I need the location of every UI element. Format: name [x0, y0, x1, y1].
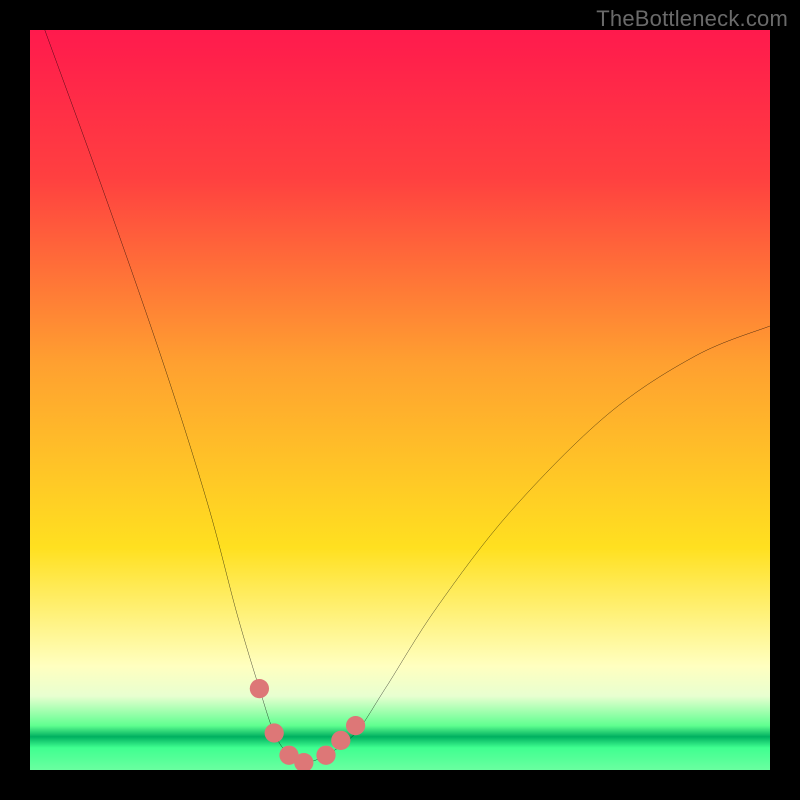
- highlight-dot: [250, 679, 269, 698]
- highlight-dot: [265, 723, 284, 742]
- highlight-dot: [316, 746, 335, 765]
- chart-frame: TheBottleneck.com: [0, 0, 800, 800]
- highlight-dots: [250, 679, 365, 770]
- highlight-dot: [331, 731, 350, 750]
- highlight-dot: [346, 716, 365, 735]
- watermark-text: TheBottleneck.com: [596, 6, 788, 32]
- bottleneck-curve-svg: [30, 30, 770, 770]
- bottleneck-curve: [45, 30, 770, 763]
- plot-area: [30, 30, 770, 770]
